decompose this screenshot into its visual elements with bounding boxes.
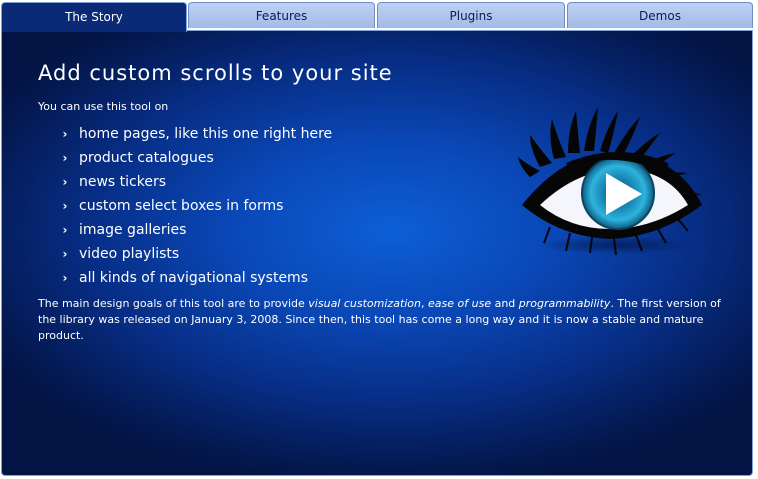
tab-demos[interactable]: Demos (567, 2, 753, 28)
chevron-right-icon: › (62, 247, 68, 261)
list-item-label: image galleries (79, 222, 187, 238)
tab-plugins[interactable]: Plugins (377, 2, 565, 28)
intro-text: You can use this tool on (38, 100, 169, 113)
design-goals-paragraph: The main design goals of this tool are t… (38, 296, 728, 344)
list-item-label: product catalogues (79, 150, 214, 166)
goals-emphasis-programmability: programmability (518, 297, 611, 310)
story-panel: Add custom scrolls to your site You can … (1, 30, 753, 476)
list-item: › home pages, like this one right here (60, 122, 333, 146)
use-case-list: › home pages, like this one right here › p… (60, 122, 333, 290)
list-item: › image galleries (60, 218, 332, 242)
list-item: › product catalogues (60, 146, 332, 170)
chevron-right-icon: › (62, 199, 68, 213)
tab-the-story[interactable]: The Story (1, 2, 187, 32)
goals-emphasis-customization: visual customization (308, 297, 422, 310)
list-item-label: video playlists (79, 246, 180, 262)
chevron-right-icon: › (62, 127, 68, 141)
list-item: › news tickers (60, 170, 332, 194)
list-item: › custom select boxes in forms (60, 194, 332, 218)
tab-bar: The Story Features Plugins Demos (0, 0, 758, 32)
goals-separator: and (491, 297, 519, 310)
chevron-right-icon: › (62, 175, 68, 189)
list-item-label: custom select boxes in forms (79, 198, 284, 214)
tab-features[interactable]: Features (188, 2, 375, 28)
goals-emphasis-ease: ease of use (428, 297, 492, 310)
chevron-right-icon: › (62, 223, 68, 237)
chevron-right-icon: › (62, 151, 68, 165)
goals-text-start: The main design goals of this tool are t… (38, 297, 309, 310)
list-item-label: news tickers (79, 174, 167, 190)
list-item-label: all kinds of navigational systems (79, 270, 308, 286)
goals-separator: , (421, 297, 429, 310)
list-item-label: home pages, like this one right here (79, 126, 333, 142)
list-item: › video playlists (60, 242, 332, 266)
eye-play-logo (518, 107, 702, 256)
page-title: Add custom scrolls to your site (38, 61, 393, 85)
chevron-right-icon: › (62, 271, 68, 285)
list-item: › all kinds of navigational systems (60, 266, 332, 290)
